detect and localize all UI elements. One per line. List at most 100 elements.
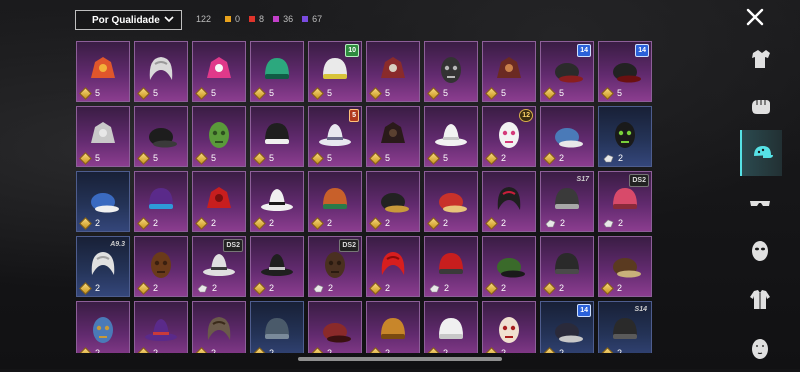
officer-cap-icon — [555, 323, 583, 343]
face-icon — [752, 339, 768, 359]
item-slot[interactable]: DS2 2 — [192, 236, 246, 297]
sidebar-tab-outfit[interactable] — [740, 36, 780, 82]
item-slot[interactable]: S14 2 — [598, 301, 652, 353]
item-price: 2 — [485, 281, 506, 295]
sidebar-tab-glasses[interactable] — [740, 180, 780, 226]
item-price: 2 — [369, 216, 390, 230]
item-price-value: 5 — [443, 153, 449, 163]
coin-currency-icon — [369, 281, 382, 295]
item-badge: 5 — [349, 109, 359, 122]
coin-currency-icon — [253, 151, 266, 165]
item-badge: A9.3 — [110, 241, 125, 248]
item-slot[interactable]: A9.3 2 — [76, 236, 130, 297]
item-slot[interactable]: 2 — [598, 236, 652, 297]
item-slot[interactable]: 2 — [482, 171, 536, 232]
gas-mask-icon — [615, 122, 635, 148]
quality-filter-dropdown[interactable]: Por Qualidade — [75, 10, 182, 30]
item-badge: S17 — [576, 176, 589, 183]
moto-helmet-icon — [439, 253, 463, 274]
sidebar-tab-fist[interactable] — [740, 83, 780, 129]
goggles-hat-icon — [497, 57, 521, 78]
coin-currency-icon — [137, 86, 150, 100]
item-slot[interactable]: 5 — [424, 106, 478, 167]
item-slot[interactable]: 2 — [482, 236, 536, 297]
green-spiked-helmet-icon — [265, 58, 289, 79]
item-slot[interactable]: 2 — [598, 106, 652, 167]
item-slot[interactable]: 5 — [366, 106, 420, 167]
item-slot[interactable]: DS2 2 — [308, 236, 362, 297]
item-slot[interactable]: 5 — [76, 106, 130, 167]
sidebar-tab-cap[interactable] — [740, 130, 782, 176]
item-price: 5 — [427, 86, 448, 100]
sidebar-tab-face[interactable] — [740, 326, 780, 372]
item-price: 2 — [137, 216, 158, 230]
item-slot[interactable]: 5 — [482, 41, 536, 102]
long-hair-icon — [207, 317, 231, 340]
item-price: 2 — [311, 346, 333, 353]
item-slot[interactable]: 2 — [540, 106, 594, 167]
item-slot[interactable]: 14 5 — [540, 41, 594, 102]
close-icon[interactable] — [745, 7, 765, 27]
item-slot[interactable]: 2 — [366, 171, 420, 232]
item-slot[interactable]: 5 — [134, 41, 188, 102]
item-slot[interactable]: 2 — [308, 301, 362, 353]
coin-currency-icon — [253, 346, 266, 353]
count-red: 8 — [249, 14, 264, 24]
item-slot[interactable]: 2 — [76, 171, 130, 232]
item-slot[interactable]: 2 — [366, 301, 420, 353]
chevron-down-icon — [164, 16, 174, 23]
item-slot[interactable]: 2 — [424, 236, 478, 297]
item-slot[interactable]: 5 — [192, 41, 246, 102]
item-slot[interactable]: 5 — [192, 106, 246, 167]
red-bandana-icon — [207, 187, 231, 208]
item-slot[interactable]: 14 5 — [598, 41, 652, 102]
item-price: 2 — [485, 151, 506, 165]
item-slot[interactable]: 10 5 — [308, 41, 362, 102]
red-beret-icon — [323, 323, 351, 343]
item-slot[interactable]: S17 2 — [540, 171, 594, 232]
item-slot[interactable]: 2 — [134, 236, 188, 297]
quality-filter-label: Por Qualidade — [92, 14, 160, 26]
item-slot[interactable]: 2 — [192, 301, 246, 353]
item-price: 2 — [369, 346, 390, 353]
item-slot[interactable]: 5 — [366, 41, 420, 102]
black-cap-icon — [381, 193, 409, 213]
item-slot[interactable]: 2 — [482, 301, 536, 353]
item-slot[interactable]: 2 — [308, 171, 362, 232]
sidebar-tab-face-mask[interactable] — [740, 228, 780, 274]
item-slot[interactable]: 5 — [76, 41, 130, 102]
item-price-value: 2 — [211, 218, 217, 228]
item-slot[interactable]: 5 — [134, 106, 188, 167]
item-slot[interactable]: 2 — [76, 301, 130, 353]
item-slot[interactable]: 14 2 — [540, 301, 594, 353]
item-slot[interactable]: 2 — [250, 236, 304, 297]
item-slot[interactable]: 2 — [250, 301, 304, 353]
horizontal-scrollbar[interactable] — [298, 357, 502, 361]
item-slot[interactable]: 2 — [424, 301, 478, 353]
item-slot[interactable]: 2 — [134, 301, 188, 353]
coin-currency-icon — [369, 216, 382, 230]
category-sidebar — [740, 36, 782, 369]
item-slot[interactable]: 2 — [134, 171, 188, 232]
item-price-value: 5 — [559, 88, 565, 98]
item-slot[interactable]: 5 — [250, 41, 304, 102]
item-slot[interactable]: 5 — [424, 41, 478, 102]
item-slot[interactable]: 12 2 — [482, 106, 536, 167]
item-slot[interactable]: 2 — [540, 236, 594, 297]
item-slot[interactable]: 2 — [250, 171, 304, 232]
item-slot[interactable]: 2 — [424, 171, 478, 232]
item-slot[interactable]: DS2 2 — [598, 171, 652, 232]
fragment-currency-icon — [197, 284, 208, 292]
item-slot[interactable]: 5 — [250, 106, 304, 167]
item-price: 2 — [79, 216, 100, 230]
item-price-value: 2 — [327, 348, 333, 353]
sidebar-tab-jacket[interactable] — [740, 276, 780, 322]
jacket-icon — [750, 290, 770, 309]
coin-currency-icon — [137, 281, 150, 295]
coin-currency-icon — [369, 151, 382, 165]
item-slot[interactable]: 55 — [308, 106, 362, 167]
item-slot[interactable]: 2 — [192, 171, 246, 232]
item-slot[interactable]: 2 — [366, 236, 420, 297]
white-sunhat-icon — [261, 189, 293, 211]
white-turban-icon — [439, 318, 463, 339]
